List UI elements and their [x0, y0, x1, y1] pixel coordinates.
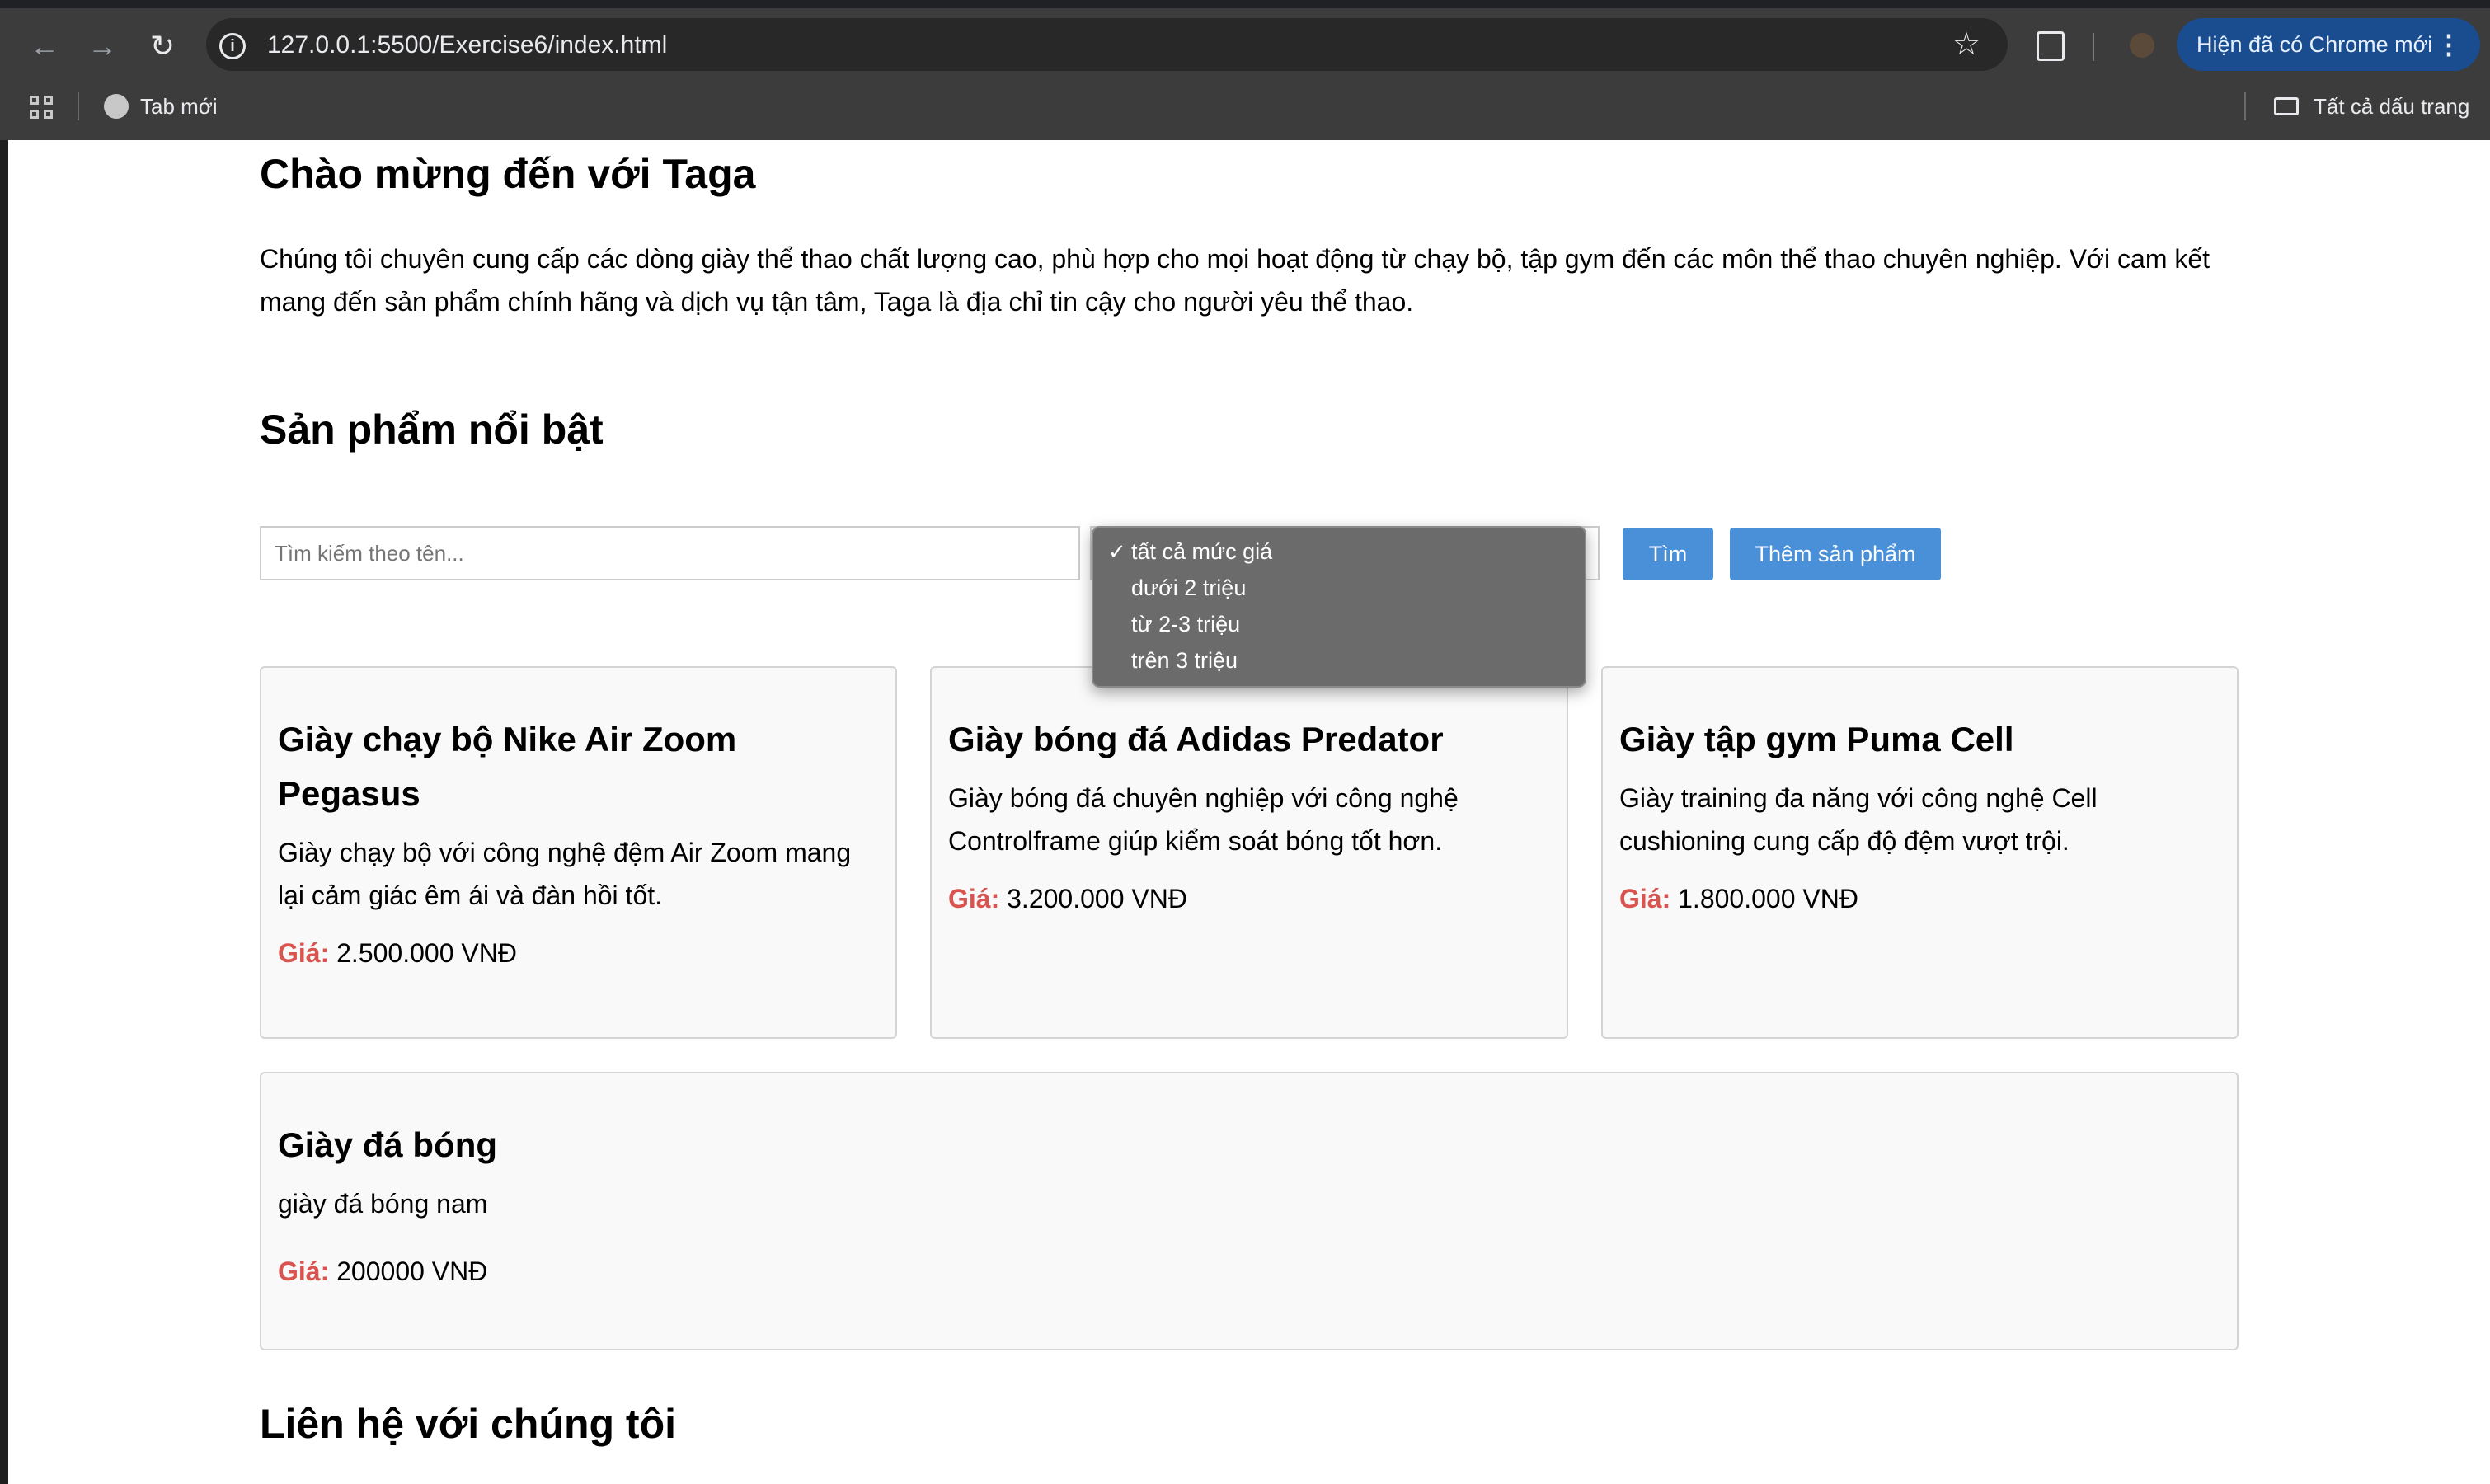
product-card: Giày chạy bộ Nike Air Zoom Pegasus Giày …	[260, 666, 897, 1039]
back-icon[interactable]: ←	[26, 28, 63, 64]
price-label: Giá:	[278, 1256, 330, 1286]
product-description: Giày bóng đá chuyên nghiệp với công nghệ…	[948, 783, 1459, 856]
forward-icon[interactable]: →	[84, 28, 120, 64]
product-price: Giá: 200000 VNĐ	[278, 1256, 487, 1287]
site-info-icon[interactable]: i	[219, 33, 246, 59]
toolbar-divider	[2093, 33, 2094, 61]
product-price: Giá: 3.200.000 VNĐ	[948, 884, 1187, 914]
product-card: Giày đá bóng giày đá bóng nam Giá: 20000…	[260, 1072, 2239, 1350]
bookmark-star-icon[interactable]: ☆	[1952, 28, 1980, 61]
price-option[interactable]: từ 2-3 triệu	[1131, 612, 1240, 637]
price-filter-dropdown: ✓ tất cả mức giá dưới 2 triệu từ 2-3 tri…	[1092, 526, 1586, 688]
price-value: 1.800.000 VNĐ	[1678, 884, 1858, 913]
product-price: Giá: 1.800.000 VNĐ	[1619, 884, 1858, 914]
bookmarks-divider	[78, 92, 79, 120]
tab-strip-edge	[0, 0, 2490, 8]
profile-avatar[interactable]	[2130, 33, 2154, 58]
price-label: Giá:	[948, 884, 1000, 913]
add-product-button[interactable]: Thêm sản phẩm	[1730, 528, 1941, 580]
product-name: Giày đá bóng	[278, 1125, 498, 1164]
product-description: Giày chạy bộ với công nghệ đệm Air Zoom …	[278, 838, 852, 910]
price-value: 3.200.000 VNĐ	[1007, 884, 1187, 913]
all-bookmarks-button[interactable]: Tất cả dấu trang	[2314, 94, 2469, 120]
menu-dots-icon[interactable]: ⋮	[2436, 18, 2462, 71]
price-option[interactable]: tất cả mức giá	[1131, 539, 1272, 565]
reload-icon[interactable]: ↻	[144, 28, 181, 64]
contact-section-title: Liên hệ với chúng tôi	[260, 1401, 677, 1447]
browser-chrome: ← → ↻ i 127.0.0.1:5500/Exercise6/index.h…	[0, 0, 2490, 140]
price-label: Giá:	[278, 938, 330, 968]
product-price: Giá: 2.500.000 VNĐ	[278, 938, 517, 969]
product-card: Giày tập gym Puma Cell Giày training đa …	[1601, 666, 2239, 1039]
product-description: Giày training đa năng với công nghệ Cell…	[1619, 783, 2098, 856]
chrome-update-button[interactable]: Hiện đã có Chrome mới ⋮	[2177, 18, 2480, 71]
product-card: Giày bóng đá Adidas Predator Giày bóng đ…	[930, 666, 1568, 1039]
chrome-update-label: Hiện đã có Chrome mới	[2196, 32, 2433, 57]
product-name: Giày tập gym Puma Cell	[1619, 720, 2014, 758]
extensions-icon[interactable]	[2037, 31, 2065, 61]
checkmark-icon: ✓	[1108, 539, 1126, 564]
search-input[interactable]	[260, 526, 1080, 580]
globe-icon	[104, 94, 129, 119]
browser-toolbar: ← → ↻ i 127.0.0.1:5500/Exercise6/index.h…	[0, 8, 2490, 81]
price-value: 2.500.000 VNĐ	[336, 938, 517, 968]
price-option[interactable]: trên 3 triệu	[1131, 648, 1238, 674]
page-content: Chào mừng đến với Taga Chúng tôi chuyên …	[0, 140, 2490, 1484]
product-name: Giày bóng đá Adidas Predator	[948, 720, 1444, 758]
products-section-title: Sản phẩm nổi bật	[260, 406, 604, 453]
folder-icon	[2274, 97, 2299, 115]
bookmark-new-tab[interactable]: Tab mới	[140, 94, 218, 120]
bookmarks-divider	[2244, 92, 2246, 120]
address-url[interactable]: 127.0.0.1:5500/Exercise6/index.html	[267, 31, 667, 59]
hero-text: Chúng tôi chuyên cung cấp các dòng giày …	[260, 244, 2210, 317]
bookmarks-bar: Tab mới Tất cả dấu trang	[0, 81, 2490, 140]
price-label: Giá:	[1619, 884, 1671, 913]
price-value: 200000 VNĐ	[336, 1256, 488, 1286]
apps-grid-icon[interactable]	[30, 96, 54, 120]
window-edge	[0, 140, 8, 1484]
search-button[interactable]: Tìm	[1623, 528, 1713, 580]
hero-title: Chào mừng đến với Taga	[260, 151, 756, 197]
product-description: giày đá bóng nam	[278, 1189, 488, 1219]
price-option[interactable]: dưới 2 triệu	[1131, 575, 1246, 601]
product-name: Giày chạy bộ Nike Air Zoom Pegasus	[278, 720, 737, 813]
